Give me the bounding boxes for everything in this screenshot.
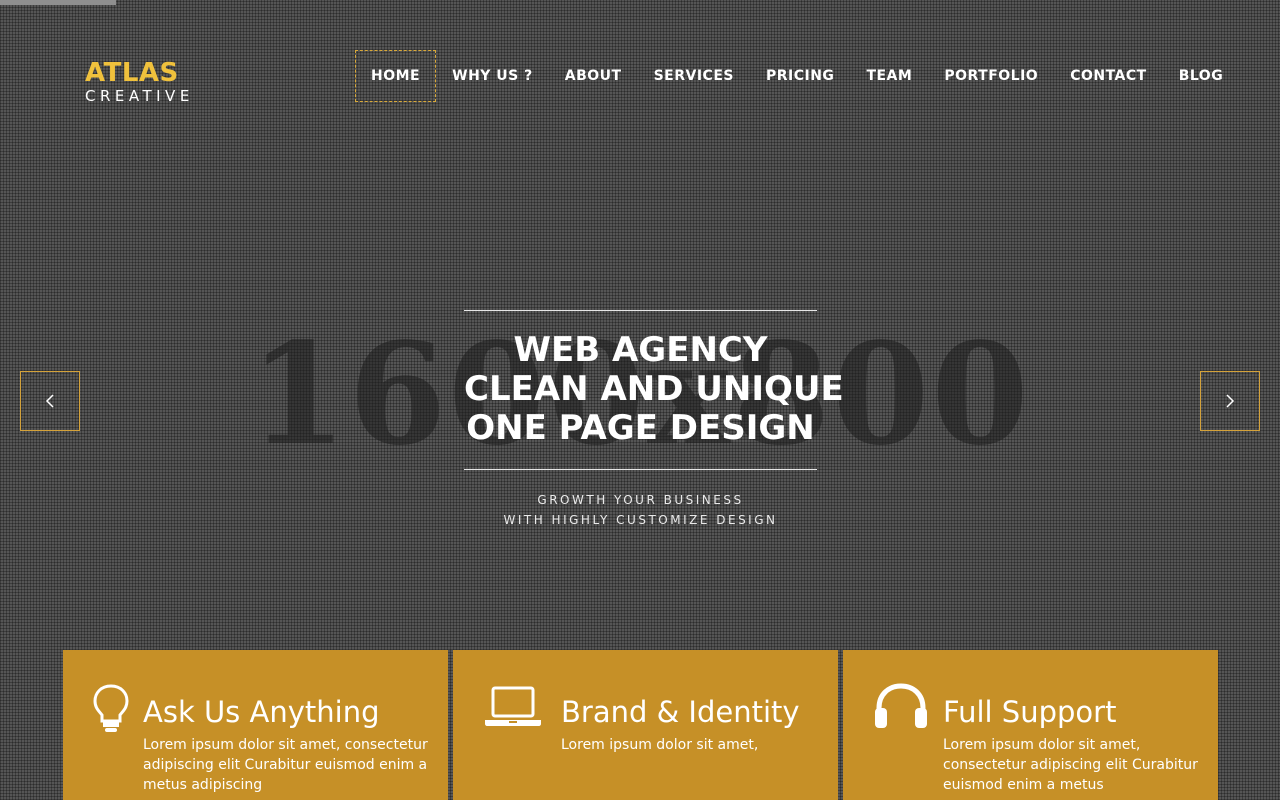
feature-card-support: Full Support Lorem ipsum dolor sit amet,… — [843, 650, 1218, 800]
feature-title: Full Support — [943, 695, 1117, 729]
feature-card-ask: Ask Us Anything Lorem ipsum dolor sit am… — [63, 650, 448, 800]
nav-item-pricing[interactable]: PRICING — [750, 50, 850, 102]
nav-item-about[interactable]: ABOUT — [549, 50, 638, 102]
hero-caption: WEB AGENCY CLEAN AND UNIQUE ONE PAGE DES… — [464, 310, 844, 530]
nav-item-home[interactable]: HOME — [355, 50, 437, 102]
nav-item-services[interactable]: SERVICES — [638, 50, 750, 102]
nav-item-blog[interactable]: BLOG — [1163, 50, 1240, 102]
hero-title: WEB AGENCY CLEAN AND UNIQUE ONE PAGE DES… — [464, 330, 844, 448]
main-nav: HOME WHY US ? ABOUT SERVICES PRICING TEA… — [355, 50, 1239, 102]
nav-item-contact[interactable]: CONTACT — [1054, 50, 1163, 102]
hero-top-rule — [464, 310, 817, 311]
chevron-left-icon — [45, 394, 54, 408]
headphones-icon — [875, 683, 927, 728]
hero-subtitle-line: GROWTH YOUR BUSINESS — [537, 493, 744, 507]
nav-item-portfolio[interactable]: PORTFOLIO — [928, 50, 1054, 102]
feature-card-body: Ask Us Anything Lorem ipsum dolor sit am… — [143, 696, 428, 795]
hero-subtitle: GROWTH YOUR BUSINESS WITH HIGHLY CUSTOMI… — [464, 490, 817, 530]
slider-next-button[interactable] — [1200, 371, 1260, 431]
hero-bottom-rule — [464, 469, 817, 470]
logo[interactable]: ATLAS CREATIVE — [85, 60, 194, 104]
hero-title-line: ONE PAGE DESIGN — [466, 408, 815, 448]
hero-title-line: CLEAN AND UNIQUE — [464, 369, 844, 409]
logo-tagline: CREATIVE — [85, 87, 194, 105]
feature-text: Lorem ipsum dolor sit amet, consectetur … — [143, 737, 428, 793]
laptop-icon — [485, 686, 541, 726]
feature-title: Brand & Identity — [561, 695, 800, 729]
hero-subtitle-line: WITH HIGHLY CUSTOMIZE DESIGN — [503, 513, 778, 527]
feature-title: Ask Us Anything — [143, 695, 380, 729]
nav-item-why-us[interactable]: WHY US ? — [436, 50, 549, 102]
slider-prev-button[interactable] — [20, 371, 80, 431]
feature-card-body: Brand & Identity Lorem ipsum dolor sit a… — [561, 696, 818, 755]
feature-card-body: Full Support Lorem ipsum dolor sit amet,… — [943, 696, 1198, 795]
feature-card-brand: Brand & Identity Lorem ipsum dolor sit a… — [453, 650, 838, 800]
feature-text: Lorem ipsum dolor sit amet, — [561, 737, 759, 753]
feature-text: Lorem ipsum dolor sit amet, consectetur … — [943, 737, 1198, 793]
hero-title-line: WEB AGENCY — [513, 330, 768, 370]
nav-item-team[interactable]: TEAM — [850, 50, 928, 102]
chevron-right-icon — [1226, 394, 1235, 408]
logo-name: ATLAS — [85, 58, 179, 88]
page-loader-bar — [0, 0, 116, 5]
